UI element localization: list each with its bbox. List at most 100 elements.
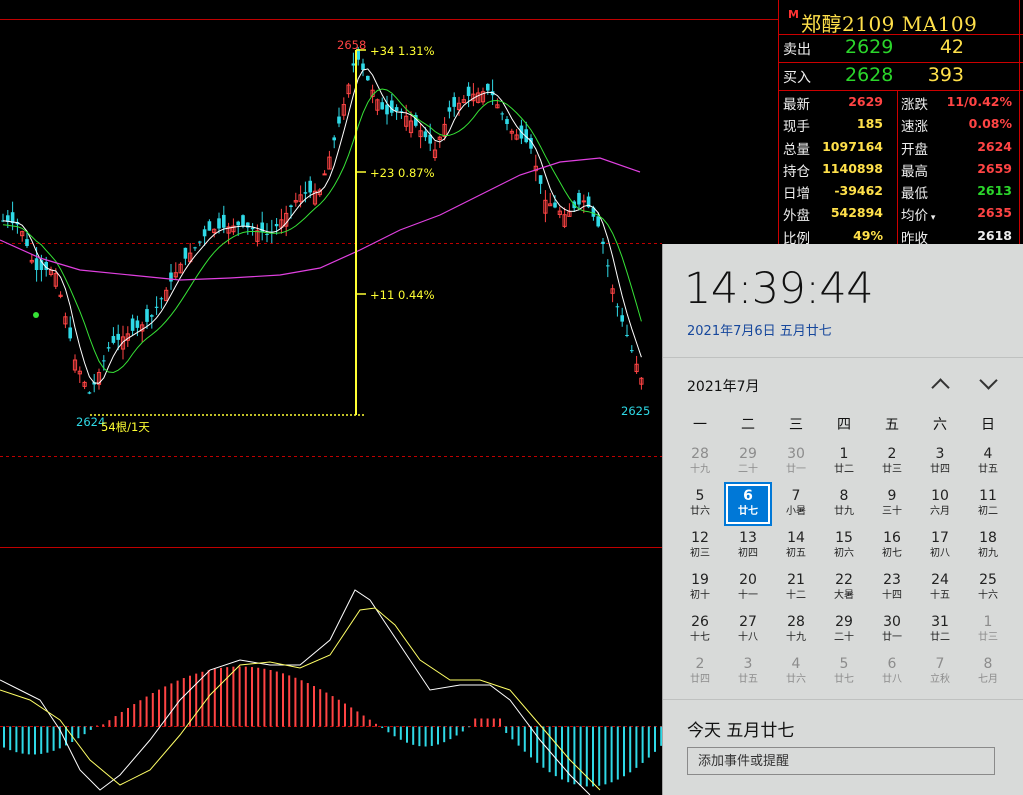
calendar-day[interactable]: 7 小暑 — [774, 484, 818, 524]
calendar-day[interactable]: 18 初九 — [966, 526, 1010, 566]
lunar-date: 廿一 — [882, 632, 902, 643]
calendar-day[interactable]: 12 初三 — [678, 526, 722, 566]
ma-fast-line — [2, 68, 642, 384]
calendar-day[interactable]: 25 十六 — [966, 568, 1010, 608]
quote-panel: M 郑醇2109 MA109 卖出 2629 42 买入 2628 393 最新… — [778, 0, 1023, 247]
calendar-day[interactable]: 17 初八 — [918, 526, 962, 566]
calendar-day[interactable]: 9 三十 — [870, 484, 914, 524]
weekday-label: 五 — [885, 417, 899, 433]
calendar-day[interactable]: 4 廿五 — [966, 442, 1010, 482]
calendar-day[interactable]: 8 七月 — [966, 652, 1010, 692]
calendar-day[interactable]: 13 初四 — [726, 526, 770, 566]
calendar-day[interactable]: 20 十一 — [726, 568, 770, 608]
lunar-date: 十七 — [690, 632, 710, 643]
calendar-day[interactable]: 15 初六 — [822, 526, 866, 566]
lunar-date: 初五 — [786, 548, 806, 559]
lunar-date: 三十 — [882, 506, 902, 517]
calendar-day[interactable]: 29 二十 — [822, 610, 866, 650]
weekday-label: 日 — [981, 417, 995, 433]
next-month-button[interactable] — [973, 371, 1003, 396]
candle-down — [159, 298, 164, 300]
candle-down — [169, 272, 173, 282]
candle-down — [207, 221, 212, 231]
calendar-day[interactable]: 22 大暑 — [822, 568, 866, 608]
calendar-day[interactable]: 28 十九 — [774, 610, 818, 650]
calendar-day[interactable]: 8 廿九 — [822, 484, 866, 524]
calendar-day[interactable]: 4 廿六 — [774, 652, 818, 692]
candle-down — [222, 214, 226, 228]
calendar-day[interactable]: 16 初七 — [870, 526, 914, 566]
add-event-input[interactable] — [687, 747, 995, 775]
calendar-day[interactable]: 30 廿一 — [870, 610, 914, 650]
day-number: 18 — [979, 530, 997, 546]
lunar-date: 廿三 — [978, 632, 998, 643]
day-number: 9 — [887, 488, 897, 504]
calendar-day[interactable]: 1 廿三 — [966, 610, 1010, 650]
weekday-label: 一 — [693, 417, 707, 433]
candle-down — [130, 318, 135, 331]
calendar-day[interactable]: 26 十七 — [678, 610, 722, 650]
calendar-day[interactable]: 5 廿七 — [822, 652, 866, 692]
ruler-pct-3: 0.44% — [398, 288, 435, 302]
clock-time: 14:39:44 — [684, 264, 874, 314]
ma-slow-line — [0, 157, 641, 281]
high-price-label: 2658 — [337, 38, 367, 52]
previous-month-button[interactable] — [925, 372, 955, 397]
weekday-label: 四 — [837, 417, 851, 433]
lunar-date: 廿五 — [978, 464, 998, 475]
candle-down — [466, 86, 471, 97]
day-number: 5 — [839, 656, 849, 672]
calendar-month-label[interactable]: 2021年7月 — [687, 376, 760, 396]
clock-date[interactable]: 2021年7月6日 五月廿七 — [687, 320, 832, 339]
calendar-day[interactable]: 29 二十 — [726, 442, 770, 482]
candle-down — [620, 315, 624, 322]
candle-down — [625, 334, 629, 336]
quote-stat-row: 日增 -39462 最低 2613 — [779, 180, 1023, 202]
calendar-day[interactable]: 11 初二 — [966, 484, 1010, 524]
ruler-pct-2: 0.87% — [398, 166, 435, 180]
day-number: 4 — [791, 656, 801, 672]
calendar-day[interactable]: 30 廿一 — [774, 442, 818, 482]
candle-down — [447, 107, 452, 112]
candle-up — [322, 173, 327, 176]
calendar-day[interactable]: 19 初十 — [678, 568, 722, 608]
candle-down — [303, 192, 308, 194]
calendar-day[interactable]: 3 廿五 — [726, 652, 770, 692]
day-number: 16 — [883, 530, 901, 546]
dropdown-triangle-icon[interactable]: ▾ — [928, 213, 936, 223]
candle-down — [553, 202, 557, 208]
calendar-day[interactable]: 1 廿二 — [822, 442, 866, 482]
lunar-date: 二十 — [738, 464, 758, 475]
candle-down — [183, 247, 188, 259]
day-number: 11 — [979, 488, 997, 504]
day-number: 8 — [839, 488, 849, 504]
stat-label: 均价 ▾ — [901, 208, 936, 225]
candle-down — [154, 306, 159, 308]
calendar-day[interactable]: 10 六月 — [918, 484, 962, 524]
day-number: 17 — [931, 530, 949, 546]
calendar-day[interactable]: 5 廿六 — [678, 484, 722, 524]
calendar-day[interactable]: 7 立秋 — [918, 652, 962, 692]
lunar-date: 初二 — [978, 506, 998, 517]
calendar-day[interactable]: 21 十二 — [774, 568, 818, 608]
calendar-day[interactable]: 24 十五 — [918, 568, 962, 608]
calendar-day[interactable]: 3 廿四 — [918, 442, 962, 482]
calendar-day[interactable]: 2 廿四 — [678, 652, 722, 692]
calendar-day[interactable]: 28 十九 — [678, 442, 722, 482]
calendar-flyout: 14:39:44 2021年7月6日 五月廿七 2021年7月 一二三四五六日 … — [662, 244, 1023, 795]
calendar-day[interactable]: 27 十八 — [726, 610, 770, 650]
candle-down — [236, 221, 240, 226]
calendar-day-today[interactable]: 6 廿七 — [724, 482, 772, 526]
day-number: 29 — [835, 614, 853, 630]
stat-value: 1097164 — [822, 138, 883, 154]
calendar-day[interactable]: 14 初五 — [774, 526, 818, 566]
calendar-day[interactable]: 2 廿三 — [870, 442, 914, 482]
calendar-day[interactable]: 23 十四 — [870, 568, 914, 608]
lunar-date: 廿七 — [738, 506, 758, 517]
lunar-date: 廿五 — [738, 674, 758, 685]
stat-label: 现手 — [783, 119, 810, 136]
day-number: 7 — [791, 488, 801, 504]
calendar-day[interactable]: 6 廿八 — [870, 652, 914, 692]
lunar-date: 廿二 — [930, 632, 950, 643]
calendar-day[interactable]: 31 廿二 — [918, 610, 962, 650]
